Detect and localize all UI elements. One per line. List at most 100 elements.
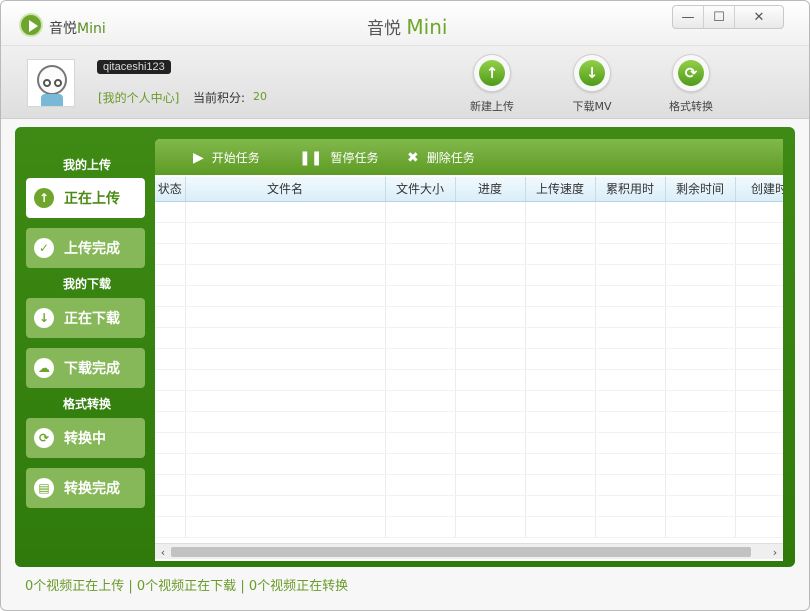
column-elapsed-time[interactable]: 累积用时 [595, 177, 666, 202]
column-progress[interactable]: 进度 [455, 177, 526, 202]
table-row [155, 348, 783, 370]
table-cell [735, 264, 783, 286]
table-cell [595, 432, 666, 454]
sidebar-item-converting[interactable]: ⟳ 转换中 [26, 418, 145, 458]
window-title-suffix: Mini [406, 15, 448, 39]
task-panel: ▶ 开始任务 ❚❚ 暂停任务 ✖ 删除任务 状态 文件名 文件大小 进度 上传速… [155, 139, 783, 561]
table-cell [455, 264, 526, 286]
table-cell [525, 285, 596, 307]
table-cell [185, 516, 386, 538]
download-mv-circle: ↓ [573, 54, 611, 92]
table-cell [455, 306, 526, 328]
table-cell [185, 327, 386, 349]
table-cell [735, 432, 783, 454]
table-cell [665, 516, 736, 538]
sidebar-item-download-done[interactable]: ☁ 下载完成 [26, 348, 145, 388]
table-cell [665, 348, 736, 370]
table-cell [595, 306, 666, 328]
horizontal-scrollbar[interactable]: ‹ › [155, 543, 783, 559]
table-cell [525, 369, 596, 391]
close-button[interactable]: ✕ [735, 6, 783, 28]
pause-icon: ❚❚ [299, 149, 323, 166]
table-cell [455, 327, 526, 349]
table-cell [385, 432, 456, 454]
status-bar: 0个视频正在上传 | 0个视频正在下载 | 0个视频正在转换 [25, 579, 349, 594]
new-upload-button[interactable]: ↑ 新建上传 [462, 54, 522, 114]
sidebar-item-downloading[interactable]: ↓ 正在下载 [26, 298, 145, 338]
table-cell [735, 285, 783, 307]
download-mv-label: 下载MV [572, 100, 612, 113]
table-cell [525, 327, 596, 349]
table-cell [595, 369, 666, 391]
column-status[interactable]: 状态 [155, 177, 186, 202]
avatar[interactable] [27, 59, 75, 107]
task-table[interactable]: 状态 文件名 文件大小 进度 上传速度 累积用时 剩余时间 创建时间 [155, 177, 783, 543]
user-bar: qitaceshi123 [我的个人中心] 当前积分: 20 ↑ 新建上传 ↓ … [1, 45, 809, 119]
table-cell [525, 201, 596, 223]
table-cell [155, 369, 186, 391]
convert-icon: ⟳ [34, 428, 54, 448]
minimize-button[interactable]: — [673, 6, 704, 28]
table-cell [155, 495, 186, 517]
sidebar-item-uploading[interactable]: ↑ 正在上传 [26, 178, 145, 218]
table-cell [455, 222, 526, 244]
column-upload-speed[interactable]: 上传速度 [525, 177, 596, 202]
table-cell [155, 327, 186, 349]
format-convert-circle: ⟳ [672, 54, 710, 92]
table-cell [525, 243, 596, 265]
table-body [155, 201, 783, 538]
table-cell [185, 243, 386, 265]
sidebar-item-convert-done[interactable]: ▤ 转换完成 [26, 468, 145, 508]
app-brand: 音悦Mini [49, 18, 106, 38]
column-remaining-time[interactable]: 剩余时间 [665, 177, 736, 202]
sidebar-item-label: 转换中 [64, 431, 106, 447]
download-mv-button[interactable]: ↓ 下载MV [562, 54, 622, 114]
table-cell [525, 348, 596, 370]
format-convert-button[interactable]: ⟳ 格式转换 [661, 54, 721, 114]
column-filename[interactable]: 文件名 [185, 177, 386, 202]
table-row [155, 306, 783, 328]
table-cell [185, 285, 386, 307]
delete-x-icon: ✖ [407, 149, 419, 166]
maximize-button[interactable]: ☐ [704, 6, 735, 28]
table-cell [385, 264, 456, 286]
table-cell [525, 222, 596, 244]
table-cell [385, 369, 456, 391]
sidebar-item-label: 转换完成 [64, 481, 120, 497]
table-cell [595, 495, 666, 517]
table-cell [665, 264, 736, 286]
table-cell [735, 201, 783, 223]
column-filesize[interactable]: 文件大小 [385, 177, 456, 202]
profile-center-link[interactable]: [我的个人中心] [98, 89, 179, 106]
delete-task-button[interactable]: ✖ 删除任务 [407, 149, 475, 166]
table-cell [525, 432, 596, 454]
table-row [155, 411, 783, 433]
table-cell [455, 285, 526, 307]
table-cell [665, 474, 736, 496]
scroll-left-icon[interactable]: ‹ [155, 544, 171, 560]
sidebar-item-upload-done[interactable]: ✓ 上传完成 [26, 228, 145, 268]
table-cell [735, 516, 783, 538]
column-created-time[interactable]: 创建时间 [735, 177, 783, 202]
table-cell [155, 222, 186, 244]
scroll-right-icon[interactable]: › [767, 544, 783, 560]
table-cell [185, 306, 386, 328]
table-cell [735, 390, 783, 412]
scrollbar-thumb[interactable] [171, 547, 751, 557]
table-row [155, 264, 783, 286]
table-cell [185, 369, 386, 391]
download-section-heading: 我的下载 [62, 277, 111, 291]
table-cell [185, 201, 386, 223]
play-logo-icon [19, 13, 43, 37]
table-cell [185, 411, 386, 433]
table-row [155, 285, 783, 307]
table-cell [185, 264, 386, 286]
table-cell [525, 264, 596, 286]
table-cell [155, 348, 186, 370]
table-cell [455, 474, 526, 496]
table-cell [665, 285, 736, 307]
title-bar[interactable]: 音悦Mini 音悦 Mini — ☐ ✕ [1, 1, 809, 45]
start-task-button[interactable]: ▶ 开始任务 [193, 149, 260, 166]
pause-task-button[interactable]: ❚❚ 暂停任务 [299, 149, 378, 166]
table-cell [455, 390, 526, 412]
